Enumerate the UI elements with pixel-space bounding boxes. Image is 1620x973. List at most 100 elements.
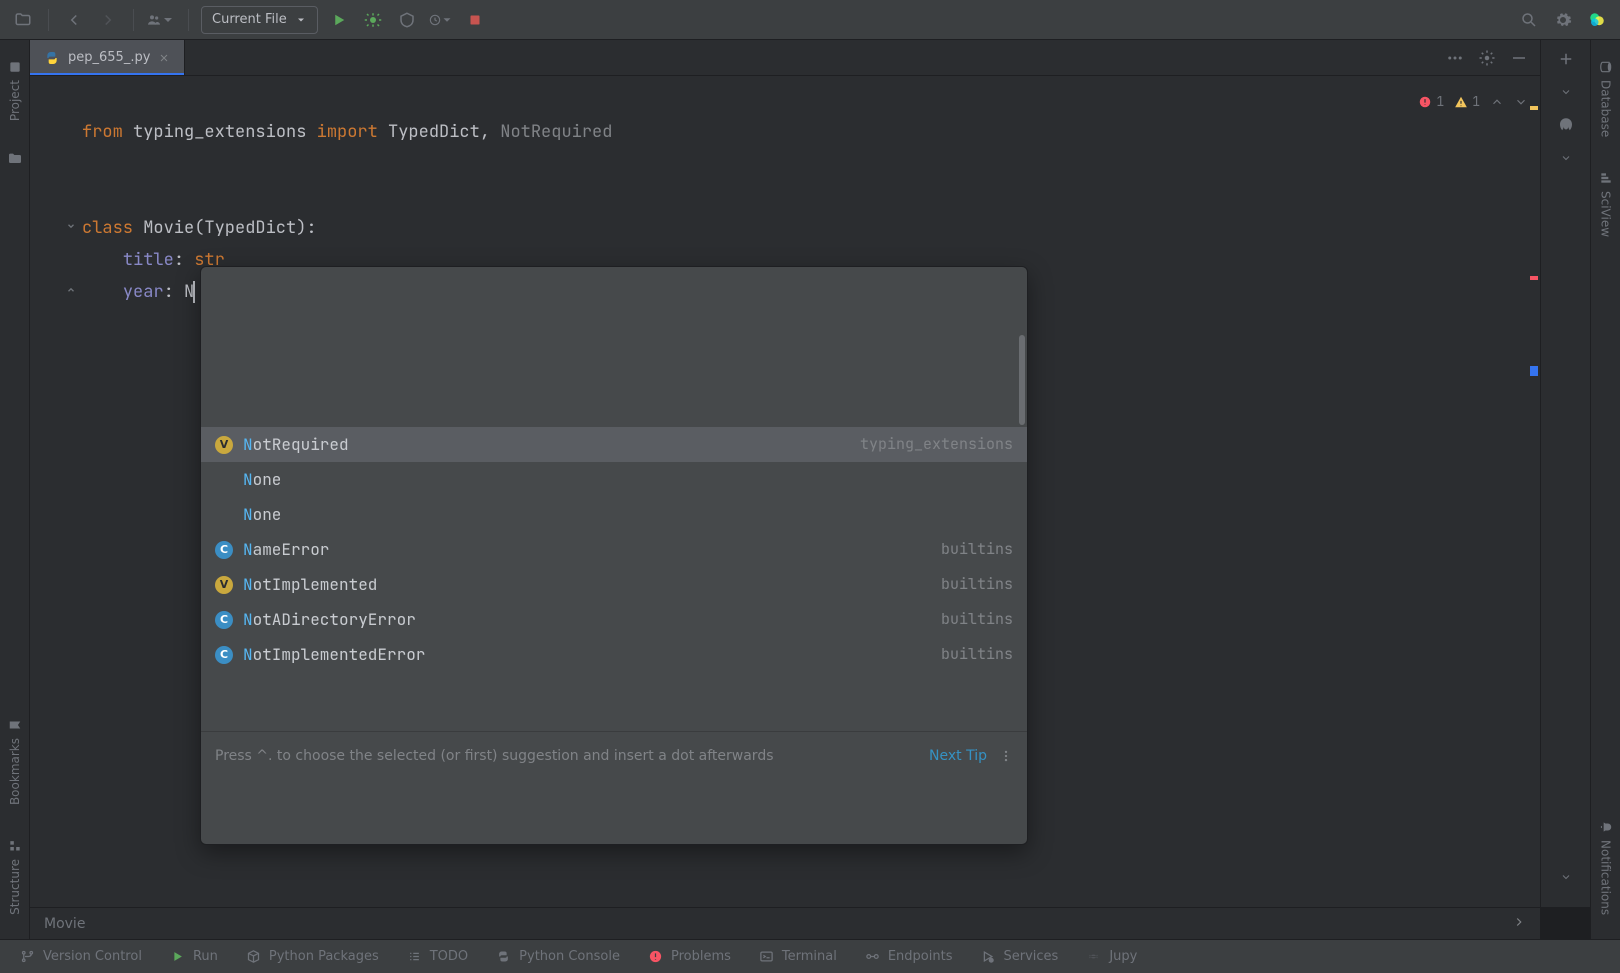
run-config-select[interactable]: Current File	[201, 6, 318, 34]
completion-item[interactable]: None	[201, 497, 1027, 532]
status-services[interactable]: Services	[968, 940, 1070, 973]
completion-more-icon[interactable]	[999, 749, 1013, 763]
structure-icon	[8, 839, 22, 853]
tool-bookmarks[interactable]: Bookmarks	[8, 714, 22, 809]
completion-item[interactable]: None	[201, 462, 1027, 497]
completion-item[interactable]: CNameErrorbuiltins	[201, 532, 1027, 567]
caret-marker	[1530, 366, 1538, 376]
profile-button[interactable]	[428, 7, 454, 33]
status-vcs[interactable]: Version Control	[8, 940, 154, 973]
tool-sciview[interactable]: SciView	[1599, 167, 1613, 241]
completion-item-name: None	[243, 500, 281, 529]
warning-count[interactable]: 1	[1454, 86, 1480, 118]
add-datasource-button[interactable]	[1557, 50, 1575, 72]
warning-marker[interactable]	[1530, 106, 1538, 110]
endpoints-icon	[865, 949, 880, 964]
close-tab-icon[interactable]	[158, 52, 170, 64]
status-terminal[interactable]: Terminal	[747, 940, 849, 973]
tool-project[interactable]: Project	[8, 56, 22, 125]
field-title: title	[123, 249, 174, 271]
problems-icon	[648, 949, 663, 964]
todo-icon	[407, 949, 422, 964]
tool-database[interactable]: Database	[1599, 56, 1613, 141]
completion-item-module: builtins	[941, 535, 1013, 564]
next-highlight-icon[interactable]	[1514, 95, 1528, 109]
services-icon	[980, 949, 995, 964]
completion-item-name: NotImplemented	[243, 570, 377, 599]
sciview-icon	[1599, 171, 1613, 185]
nav-back-button[interactable]	[61, 7, 87, 33]
popup-scrollbar[interactable]	[1019, 335, 1025, 425]
status-jupyter[interactable]: Jupy	[1074, 940, 1149, 973]
fold-end-icon[interactable]	[30, 244, 76, 340]
chevron-down-icon[interactable]	[1560, 86, 1572, 102]
coverage-button[interactable]	[394, 7, 420, 33]
open-folder-button[interactable]	[10, 7, 36, 33]
kw-class: class	[82, 217, 133, 239]
editor-tab[interactable]: pep_655_.py	[30, 40, 185, 75]
branch-icon	[20, 949, 35, 964]
status-run[interactable]: Run	[158, 940, 230, 973]
status-endpoints[interactable]: Endpoints	[853, 940, 965, 973]
right-tool-stripe: Database SciView Notifications	[1590, 40, 1620, 939]
bookmark-icon	[8, 718, 22, 732]
database-icon	[1599, 60, 1613, 74]
left-tool-stripe: Project Bookmarks Structure	[0, 40, 30, 939]
tool-structure[interactable]: Structure	[8, 835, 22, 919]
chevron-right-icon[interactable]	[1512, 915, 1526, 933]
completion-item-module: builtins	[941, 570, 1013, 599]
completion-item[interactable]: CNotImplementedErrorbuiltins	[201, 637, 1027, 667]
settings-button[interactable]	[1550, 7, 1576, 33]
gutter	[30, 76, 82, 907]
chevron-down-icon[interactable]	[1560, 871, 1572, 887]
jupyter-icon	[1086, 949, 1101, 964]
nav-forward-button[interactable]	[95, 7, 121, 33]
import-name-unused: NotRequired	[500, 121, 612, 143]
error-marker[interactable]	[1530, 276, 1538, 280]
inspection-widget[interactable]: 1 1	[1418, 86, 1528, 118]
next-tip-link[interactable]: Next Tip	[929, 740, 987, 772]
toolbar-separator	[188, 9, 189, 31]
ide-logo-icon[interactable]	[1584, 7, 1610, 33]
completion-item[interactable]: VNotRequiredtyping_extensions	[201, 427, 1027, 462]
completion-item-name: NotRequired	[243, 430, 349, 459]
status-python-packages[interactable]: Python Packages	[234, 940, 391, 973]
breadcrumb-item[interactable]: Movie	[44, 916, 85, 932]
postgres-icon[interactable]	[1557, 116, 1575, 138]
search-everywhere-button[interactable]	[1516, 7, 1542, 33]
chevron-down-icon[interactable]	[1560, 152, 1572, 168]
completion-item[interactable]: CNotADirectoryErrorbuiltins	[201, 602, 1027, 637]
folder-icon[interactable]	[7, 151, 23, 171]
code-editor[interactable]: from typing_extensions import TypedDict,…	[30, 76, 1540, 907]
class-icon: C	[215, 646, 233, 664]
toolbar-separator	[133, 9, 134, 31]
completion-item-name: NameError	[243, 535, 329, 564]
tool-notifications[interactable]: Notifications	[1599, 816, 1613, 919]
prev-highlight-icon[interactable]	[1490, 95, 1504, 109]
run-icon	[170, 949, 185, 964]
tab-settings-button[interactable]	[1474, 45, 1500, 71]
breadcrumb-bar[interactable]: Movie	[30, 907, 1540, 939]
tool-sciview-label: SciView	[1599, 191, 1613, 237]
completion-list[interactable]: VNotRequiredtyping_extensionsNoneNoneCNa…	[201, 331, 1027, 667]
error-count[interactable]: 1	[1418, 86, 1444, 118]
base-class: TypedDict	[204, 217, 296, 239]
tab-more-button[interactable]	[1442, 45, 1468, 71]
variable-icon: V	[215, 576, 233, 594]
editor-tabbar: pep_655_.py	[30, 40, 1540, 76]
debug-button[interactable]	[360, 7, 386, 33]
completion-item[interactable]: V NotImplemented builtins	[201, 567, 1027, 602]
import-name1: TypedDict	[388, 121, 480, 143]
run-button[interactable]	[326, 7, 352, 33]
code-with-me-button[interactable]	[146, 7, 176, 33]
completion-item-module: builtins	[941, 605, 1013, 634]
hide-tab-button[interactable]	[1506, 45, 1532, 71]
variable-icon: V	[215, 436, 233, 454]
status-python-console[interactable]: Python Console	[484, 940, 632, 973]
run-config-label: Current File	[212, 12, 287, 27]
stop-button[interactable]	[462, 7, 488, 33]
error-stripe[interactable]	[1528, 76, 1540, 907]
packages-icon	[246, 949, 261, 964]
status-problems[interactable]: Problems	[636, 940, 743, 973]
status-todo[interactable]: TODO	[395, 940, 480, 973]
